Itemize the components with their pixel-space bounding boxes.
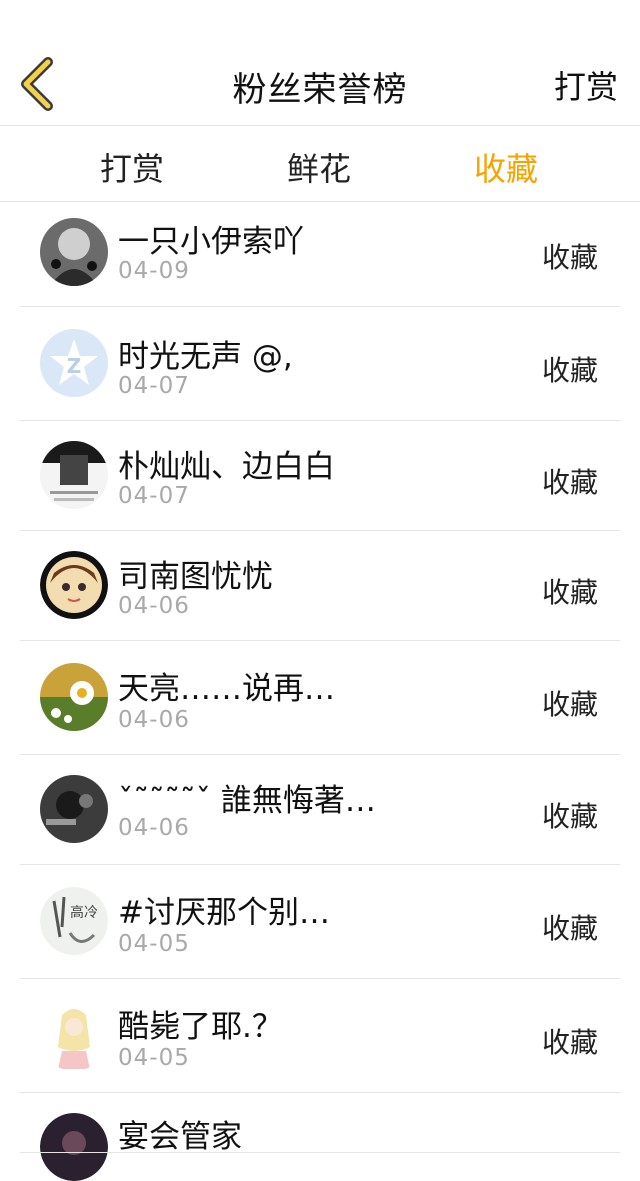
fan-date: 04-07 bbox=[118, 483, 190, 509]
fan-name: 一只小伊索吖 bbox=[118, 224, 304, 260]
fan-name: ˇ˜˜˜˜ˇ 誰無悔著… bbox=[118, 783, 376, 819]
status-bar bbox=[0, 0, 640, 40]
fan-date: 04-06 bbox=[118, 815, 190, 841]
fan-name: #讨厌那个别… bbox=[118, 895, 330, 931]
favorite-label: 收藏 bbox=[541, 800, 598, 833]
avatar bbox=[40, 1113, 108, 1181]
fan-date: 04-06 bbox=[118, 707, 190, 733]
tab-reward[interactable]: 打赏 bbox=[100, 144, 164, 190]
list-item[interactable]: 天亮……说再… 04-06 收藏 bbox=[0, 641, 640, 755]
favorite-label: 收藏 bbox=[541, 912, 598, 945]
avatar bbox=[40, 218, 108, 286]
list-item[interactable]: 一只小伊索吖 04-09 收藏 bbox=[0, 202, 640, 307]
svg-text:Z: Z bbox=[67, 354, 82, 378]
fan-name: 时光无声 @, bbox=[118, 339, 293, 375]
tab-flowers[interactable]: 鲜花 bbox=[287, 144, 351, 190]
fan-name: 天亮……说再… bbox=[118, 671, 335, 707]
favorite-label: 收藏 bbox=[541, 354, 598, 387]
reward-button[interactable]: 打赏 bbox=[554, 62, 618, 108]
tab-favorites[interactable]: 收藏 bbox=[474, 144, 538, 190]
fan-list: 一只小伊索吖 04-09 收藏 Z 时光无声 @, 04-07 收藏 朴灿灿、边… bbox=[0, 202, 640, 1181]
favorite-label: 收藏 bbox=[541, 1026, 598, 1059]
favorite-label: 收藏 bbox=[541, 576, 598, 609]
avatar: 高冷 bbox=[40, 887, 108, 955]
nav-bar: 粉丝荣誉榜 打赏 bbox=[0, 40, 640, 126]
fan-name: 宴会管家 bbox=[118, 1119, 242, 1155]
avatar bbox=[40, 441, 108, 509]
svg-text:高冷: 高冷 bbox=[70, 904, 98, 921]
list-item[interactable]: 宴会管家 bbox=[0, 1093, 640, 1181]
list-item[interactable]: 朴灿灿、边白白 04-07 收藏 bbox=[0, 421, 640, 531]
tab-bar: 打赏 鲜花 收藏 bbox=[0, 126, 640, 202]
fan-name: 朴灿灿、边白白 bbox=[118, 449, 335, 485]
fan-date: 04-09 bbox=[118, 258, 190, 284]
avatar bbox=[40, 1003, 108, 1071]
list-item[interactable]: 酷毙了耶.？ 04-05 收藏 bbox=[0, 979, 640, 1093]
fan-date: 04-07 bbox=[118, 373, 190, 399]
avatar: Z bbox=[40, 329, 108, 397]
fan-date: 04-06 bbox=[118, 593, 190, 619]
favorite-label: 收藏 bbox=[541, 241, 598, 274]
fan-name: 司南图忧忧 bbox=[118, 559, 273, 595]
avatar bbox=[40, 551, 108, 619]
avatar bbox=[40, 775, 108, 843]
fan-date: 04-05 bbox=[118, 1045, 190, 1071]
list-item[interactable]: ˇ˜˜˜˜ˇ 誰無悔著… 04-06 收藏 bbox=[0, 755, 640, 865]
list-item[interactable]: Z 时光无声 @, 04-07 收藏 bbox=[0, 307, 640, 421]
list-item[interactable]: 高冷 #讨厌那个别… 04-05 收藏 bbox=[0, 865, 640, 979]
list-item[interactable]: 司南图忧忧 04-06 收藏 bbox=[0, 531, 640, 641]
back-button[interactable] bbox=[18, 56, 58, 112]
favorite-label: 收藏 bbox=[541, 688, 598, 721]
favorite-label: 收藏 bbox=[541, 466, 598, 499]
fan-date: 04-05 bbox=[118, 931, 190, 957]
page-title: 粉丝荣誉榜 bbox=[232, 70, 408, 110]
chevron-left-icon bbox=[21, 57, 53, 111]
avatar bbox=[40, 663, 108, 731]
fan-name: 酷毙了耶.？ bbox=[118, 1009, 283, 1045]
